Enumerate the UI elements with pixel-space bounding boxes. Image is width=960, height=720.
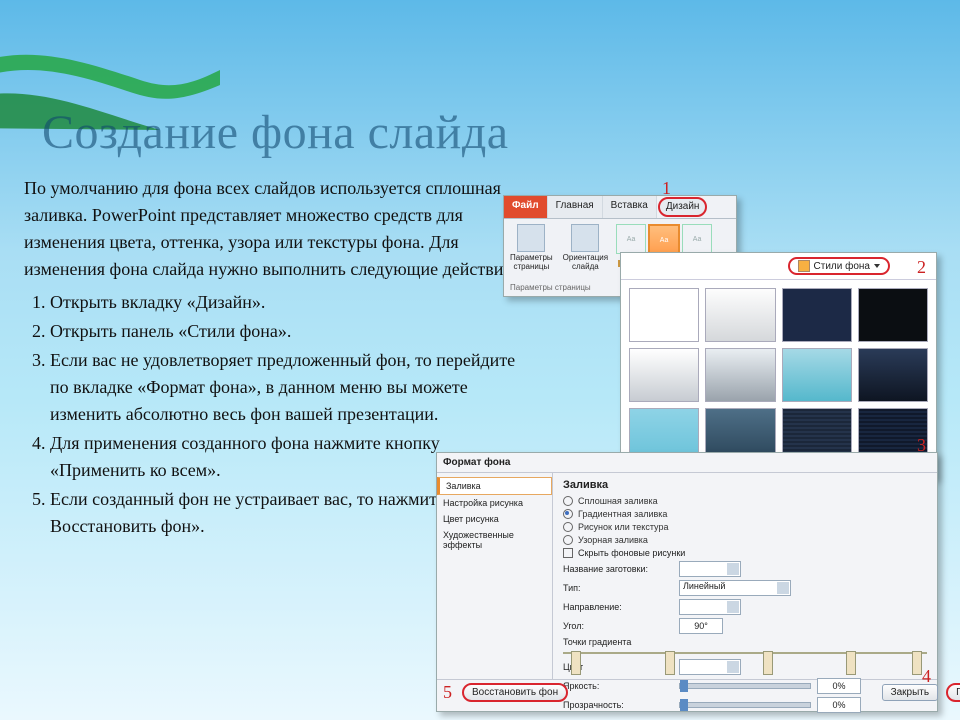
side-item-artistic[interactable]: Художественные эффекты <box>437 527 552 553</box>
dialog-sidebar: Заливка Настройка рисунка Цвет рисунка Х… <box>437 473 553 679</box>
bg-thumb[interactable] <box>629 288 699 342</box>
step-1: Открыть вкладку «Дизайн». <box>50 289 524 316</box>
brightness-slider[interactable] <box>679 683 811 689</box>
radio-label: Градиентная заливка <box>578 509 667 519</box>
label-brightness: Яркость: <box>563 681 673 691</box>
callout-5: 5 <box>443 682 452 703</box>
direction-combo[interactable] <box>679 599 741 615</box>
background-styles-panel: Стили фона 2 Формат фона... <box>620 252 937 479</box>
background-thumb-grid <box>621 280 936 466</box>
callout-2: 2 <box>917 257 926 278</box>
page-setup-button[interactable]: Параметры страницы <box>508 222 555 286</box>
page-setup-icon <box>517 224 545 252</box>
dropdown-icon <box>874 264 880 268</box>
dropdown-icon <box>727 563 739 575</box>
tab-home[interactable]: Главная <box>548 196 603 218</box>
radio-pattern-fill[interactable]: Узорная заливка <box>563 535 927 545</box>
intro-paragraph: По умолчанию для фона всех слайдов испол… <box>24 175 524 283</box>
radio-picture-fill[interactable]: Рисунок или текстура <box>563 522 927 532</box>
radio-label: Узорная заливка <box>578 535 648 545</box>
side-item-fill[interactable]: Заливка <box>437 477 552 495</box>
theme-gallery: Aa Aa Aa <box>616 222 712 256</box>
reset-background-button[interactable]: Восстановить фон <box>462 683 568 702</box>
paint-bucket-icon <box>798 260 810 272</box>
label-direction: Направление: <box>563 602 673 612</box>
slide-title: Создание фона слайда <box>42 105 509 160</box>
bg-thumb[interactable] <box>782 288 852 342</box>
step-2: Открыть панель «Стили фона». <box>50 318 524 345</box>
slide: Создание фона слайда По умолчанию для фо… <box>0 0 960 720</box>
dropdown-icon <box>727 601 739 613</box>
background-styles-button[interactable]: Стили фона <box>788 257 890 275</box>
ribbon-tabs: Файл Главная Вставка Дизайн <box>504 196 736 219</box>
label-preset: Название заготовки: <box>563 564 673 574</box>
transparency-slider[interactable] <box>679 702 811 708</box>
radio-gradient-fill[interactable]: Градиентная заливка <box>563 509 927 519</box>
dropdown-icon <box>727 661 739 673</box>
bg-thumb[interactable] <box>705 288 775 342</box>
dialog-body: Заливка Настройка рисунка Цвет рисунка Х… <box>437 473 937 679</box>
angle-spin[interactable]: 90° <box>679 618 723 634</box>
radio-label: Рисунок или текстура <box>578 522 668 532</box>
apply-to-all-button[interactable]: Применить ко всем <box>946 683 960 702</box>
radio-solid-fill[interactable]: Сплошная заливка <box>563 496 927 506</box>
dialog-main: Заливка Сплошная заливка Градиентная зал… <box>553 473 937 679</box>
callout-1: 1 <box>662 178 671 199</box>
ribbon-group-label: Параметры страницы <box>504 283 591 292</box>
side-item-picture-color[interactable]: Цвет рисунка <box>437 511 552 527</box>
bg-thumb[interactable] <box>858 288 928 342</box>
tab-file[interactable]: Файл <box>504 196 548 218</box>
bg-thumb[interactable] <box>858 348 928 402</box>
bg-thumb[interactable] <box>705 348 775 402</box>
checkbox-label: Скрыть фоновые рисунки <box>578 548 685 558</box>
color-combo[interactable] <box>679 659 741 675</box>
type-combo[interactable]: Линейный <box>679 580 791 596</box>
styles-head: Стили фона <box>621 253 936 280</box>
side-item-picture-corrections[interactable]: Настройка рисунка <box>437 495 552 511</box>
label-type: Тип: <box>563 583 673 593</box>
page-setup-label: Параметры страницы <box>510 254 553 272</box>
brightness-spin[interactable]: 0% <box>817 678 861 694</box>
callout-4: 4 <box>922 666 931 687</box>
label-stops: Точки градиента <box>563 637 673 647</box>
step-3: Если вас не удовлетворяет предложенный ф… <box>50 347 524 428</box>
orientation-label: Ориентация слайда <box>563 254 608 272</box>
checkbox-hide-bg-graphics[interactable]: Скрыть фоновые рисунки <box>563 548 927 558</box>
label-angle: Угол: <box>563 621 673 631</box>
type-value: Линейный <box>680 581 725 591</box>
preset-combo[interactable] <box>679 561 741 577</box>
theme-thumb[interactable]: Aa <box>682 224 712 254</box>
transparency-spin[interactable]: 0% <box>817 697 861 713</box>
theme-thumb[interactable]: Aa <box>616 224 646 254</box>
bg-thumb[interactable] <box>782 348 852 402</box>
tab-insert[interactable]: Вставка <box>603 196 657 218</box>
gradient-stops-bar[interactable] <box>563 652 927 654</box>
radio-label: Сплошная заливка <box>578 496 658 506</box>
format-background-dialog: Формат фона Заливка Настройка рисунка Цв… <box>436 452 938 712</box>
bg-thumb[interactable] <box>629 348 699 402</box>
dropdown-icon <box>777 582 789 594</box>
tab-design[interactable]: Дизайн <box>658 197 708 217</box>
label-transparency: Прозрачность: <box>563 700 673 710</box>
fill-section-heading: Заливка <box>563 479 927 491</box>
dialog-title: Формат фона <box>437 453 937 473</box>
orientation-icon <box>571 224 599 252</box>
background-styles-label: Стили фона <box>814 261 870 272</box>
orientation-button[interactable]: Ориентация слайда <box>561 222 610 286</box>
